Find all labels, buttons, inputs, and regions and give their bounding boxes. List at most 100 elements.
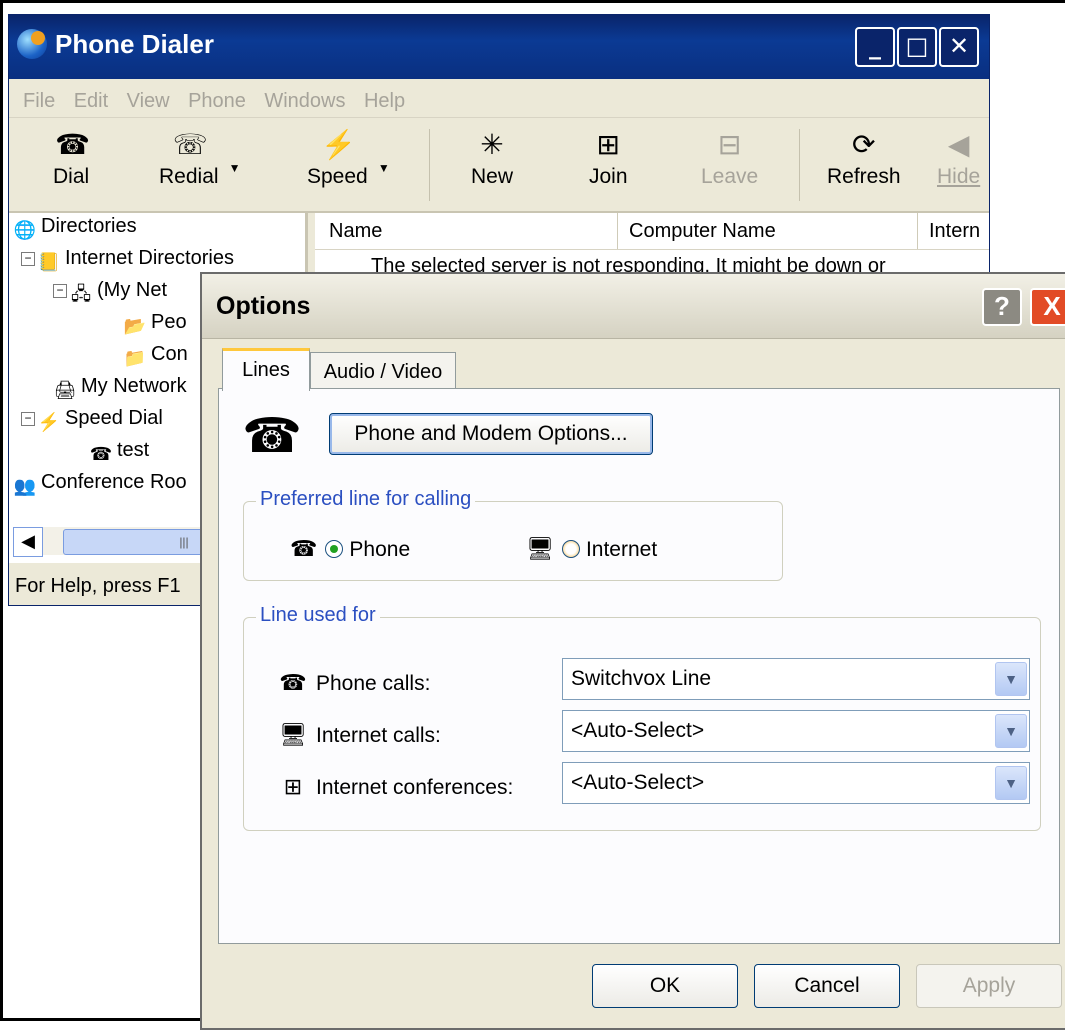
chevron-down-icon[interactable]: ▼: [995, 714, 1027, 748]
ok-button[interactable]: OK: [592, 964, 738, 1008]
window-title: Phone Dialer: [55, 29, 214, 59]
radio-phone-indicator[interactable]: [325, 540, 344, 558]
conference-icon: ⊞: [283, 774, 303, 799]
preferred-line-group: Preferred line for calling ☎ Phone 🖥 Inter…: [243, 488, 783, 581]
status-text: For Help, press F1: [15, 575, 181, 597]
tree-label: Internet Directories: [65, 247, 234, 269]
dial-button[interactable]: ☎ Dial: [53, 129, 90, 189]
menu-phone[interactable]: Phone: [188, 90, 246, 113]
menu-windows[interactable]: Windows: [264, 90, 345, 113]
speed-label: Speed: [307, 165, 368, 188]
column-internet[interactable]: Intern: [929, 220, 980, 243]
redial-label: Redial: [159, 165, 219, 188]
internet-calls-label: 🖥 Internet calls:: [278, 722, 441, 748]
column-name[interactable]: Name: [329, 220, 382, 243]
directories-icon: 🌐: [13, 220, 37, 240]
telephone-icon: ☎: [242, 410, 302, 463]
menu-edit[interactable]: Edit: [74, 90, 108, 113]
radio-internet-label: Internet: [585, 538, 658, 561]
lines-tab-panel: ☎ Phone and Modem Options... Preferred l…: [218, 388, 1060, 944]
tree-item-internet-directories[interactable]: − 📒 Internet Directories: [21, 247, 234, 274]
conference-room-icon: 👥: [13, 476, 37, 496]
help-button[interactable]: ?: [982, 288, 1022, 326]
column-separator[interactable]: [917, 213, 918, 249]
hide-button[interactable]: ◀ Hide: [937, 129, 980, 189]
toolbar-separator: [429, 129, 430, 201]
scroll-left-icon[interactable]: ◀: [13, 527, 43, 557]
list-header: Name Computer Name Intern: [315, 213, 989, 250]
new-label: New: [471, 165, 514, 188]
tree-item-conference-room[interactable]: 👥 Conference Roo: [13, 471, 187, 498]
dialog-close-button[interactable]: X: [1030, 288, 1065, 326]
options-dialog: Options ? X Lines Audio / Video ☎ Phone …: [200, 272, 1065, 1030]
preferred-line-legend: Preferred line for calling: [256, 488, 476, 511]
leave-button[interactable]: ⊟ Leave: [701, 129, 758, 189]
radio-internet[interactable]: 🖥 Internet: [526, 536, 657, 562]
tree-label: Directories: [41, 215, 137, 237]
speed-button[interactable]: ⚡ Speed ▼: [307, 129, 390, 189]
maximize-button[interactable]: □: [897, 27, 937, 67]
toolbar: ☎ Dial ☏ Redial ▼ ⚡ Speed ▼ ✳ New ⊞ Join…: [9, 119, 989, 213]
internet-conferences-text: Internet conferences:: [316, 776, 514, 799]
column-separator[interactable]: [617, 213, 618, 249]
phone-calls-text: Phone calls:: [316, 672, 431, 695]
phone-icon: ☎: [279, 670, 307, 695]
folder-icon: 📁: [123, 348, 147, 368]
redial-button[interactable]: ☏ Redial ▼: [159, 129, 241, 189]
tree-item-speed-dial[interactable]: − ⚡ Speed Dial: [21, 407, 163, 434]
phone-calls-select[interactable]: Switchvox Line ▼: [562, 658, 1030, 700]
line-used-for-legend: Line used for: [256, 604, 380, 627]
redial-icon: ☏: [172, 129, 208, 160]
phone-icon: ☎: [55, 129, 90, 160]
tree-item-directories[interactable]: 🌐 Directories: [13, 215, 137, 242]
internet-calls-select[interactable]: <Auto-Select> ▼: [562, 710, 1030, 752]
radio-phone[interactable]: ☎ Phone: [290, 536, 410, 562]
tree-item-test[interactable]: ☎ test: [89, 439, 149, 466]
redial-dropdown-icon[interactable]: ▼: [229, 161, 241, 175]
tree-item-my-network[interactable]: 🖨 My Network: [53, 375, 187, 402]
tree-item-my-network-server[interactable]: − 🖧 (My Net: [53, 279, 167, 304]
new-conference-icon: ✳: [480, 129, 504, 160]
collapse-icon[interactable]: −: [21, 252, 35, 266]
chevron-down-icon[interactable]: ▼: [995, 766, 1027, 800]
speed-dial-icon: ⚡: [37, 412, 61, 432]
computer-icon: 🖥: [526, 536, 554, 561]
column-computer-name[interactable]: Computer Name: [629, 220, 776, 243]
phone-calls-value: Switchvox Line: [571, 667, 712, 690]
collapse-icon[interactable]: −: [53, 284, 67, 298]
line-used-for-group: Line used for ☎ Phone calls: Switchvox Li…: [243, 604, 1041, 831]
tree-item-people[interactable]: 📂 Peo: [123, 311, 187, 338]
speed-dropdown-icon[interactable]: ▼: [378, 161, 390, 175]
radio-internet-indicator[interactable]: [561, 540, 580, 558]
internet-conferences-value: <Auto-Select>: [571, 771, 705, 794]
tree-label: test: [117, 439, 150, 461]
hide-icon: ◀: [947, 129, 970, 160]
speed-dial-icon: ⚡: [321, 129, 357, 160]
tab-lines[interactable]: Lines: [222, 348, 310, 391]
hide-label: Hide: [937, 165, 981, 188]
chevron-down-icon[interactable]: ▼: [995, 662, 1027, 696]
dialog-title-bar[interactable]: Options ? X: [202, 274, 1065, 339]
network-icon: 🖨: [53, 380, 77, 400]
join-button[interactable]: ⊞ Join: [589, 129, 628, 189]
menu-view[interactable]: View: [127, 90, 170, 113]
cancel-button[interactable]: Cancel: [754, 964, 900, 1008]
minimize-button[interactable]: _: [855, 27, 895, 67]
tree-label: Speed Dial: [65, 407, 163, 429]
internet-conferences-label: ⊞ Internet conferences:: [278, 774, 514, 800]
refresh-icon: ⟳: [852, 129, 876, 160]
tree-item-conferences[interactable]: 📁 Con: [123, 343, 188, 370]
title-bar[interactable]: Phone Dialer _ □ ✕: [9, 15, 989, 79]
refresh-button[interactable]: ⟳ Refresh: [827, 129, 901, 189]
phone-modem-options-button[interactable]: Phone and Modem Options...: [329, 413, 653, 455]
apply-button[interactable]: Apply: [916, 964, 1062, 1008]
internet-conferences-select[interactable]: <Auto-Select> ▼: [562, 762, 1030, 804]
new-button[interactable]: ✳ New: [471, 129, 513, 189]
server-icon: 🖧: [70, 284, 92, 304]
phone-icon: ☎: [290, 536, 318, 561]
tab-audio-video[interactable]: Audio / Video: [310, 352, 456, 391]
menu-help[interactable]: Help: [364, 90, 405, 113]
close-button[interactable]: ✕: [939, 27, 979, 67]
collapse-icon[interactable]: −: [21, 412, 35, 426]
menu-file[interactable]: File: [23, 90, 55, 113]
